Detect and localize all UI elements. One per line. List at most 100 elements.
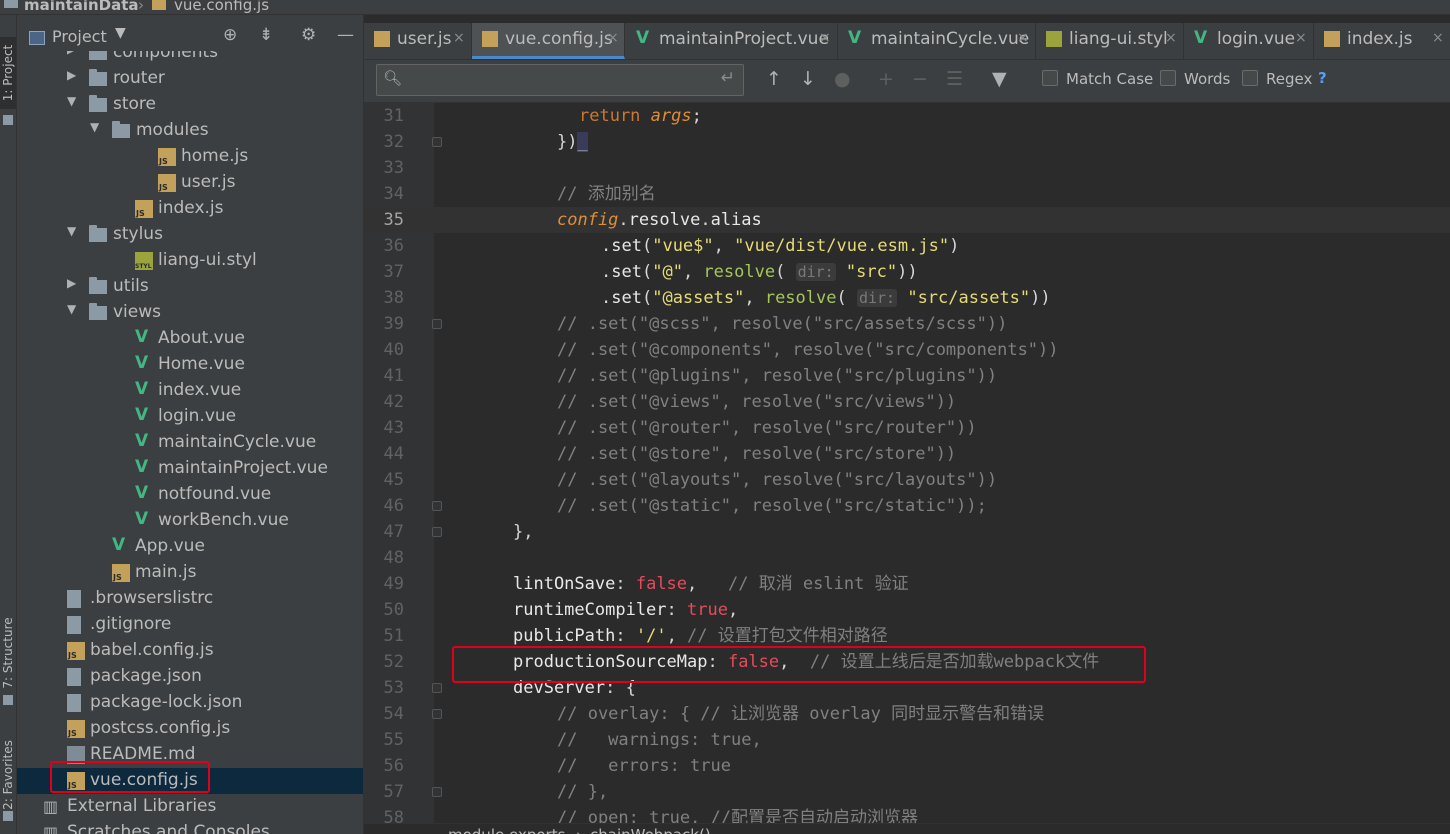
code-line[interactable]: 46 // .set("@static", resolve("src/static… xyxy=(364,493,1450,519)
code-editor[interactable]: 31 return args; 32})_ 33 34// 添加别名 35 config.r… xyxy=(364,103,1450,828)
chevron-down-icon[interactable]: ▼ xyxy=(115,25,126,41)
add-occurrence-icon[interactable]: + xyxy=(878,68,894,90)
chevron-right-icon[interactable]: ▶ xyxy=(67,276,76,290)
tree-item-index-vue[interactable]: Vindex.vue xyxy=(17,378,363,404)
fold-marker-icon[interactable] xyxy=(432,137,442,147)
tree-item-maintainproject-vue[interactable]: VmaintainProject.vue xyxy=(17,456,363,482)
tab-maintaincycle-vue[interactable]: VmaintainCycle.vue × xyxy=(838,23,1036,59)
regex-checkbox[interactable] xyxy=(1242,70,1258,86)
tree-item-components[interactable]: ▶ components xyxy=(17,51,363,66)
tool-window-favorites[interactable]: 2: Favorites xyxy=(0,739,16,811)
chevron-right-icon[interactable]: ▶ xyxy=(67,51,76,56)
chevron-down-icon[interactable]: ▼ xyxy=(67,302,76,316)
code-line[interactable]: 48 xyxy=(364,545,1450,571)
tree-item-home-js[interactable]: home.js xyxy=(17,144,363,170)
tree-item-liang-ui-styl[interactable]: liang-ui.styl xyxy=(17,248,363,274)
code-breadcrumb-module[interactable]: module.exports xyxy=(448,826,565,834)
tree-item-about-vue[interactable]: V About.vue xyxy=(17,326,363,352)
search-icon[interactable]: 🔍︎ xyxy=(383,69,402,87)
tree-item-external-libraries[interactable]: ▥ External Libraries xyxy=(17,794,363,820)
code-line[interactable]: 35 config.resolve.alias xyxy=(364,207,1450,233)
code-line[interactable]: 40 // .set("@components", resolve("src/co… xyxy=(364,337,1450,363)
tree-item-views[interactable]: ▼ views xyxy=(17,300,363,326)
code-line[interactable]: 32})_ xyxy=(364,129,1450,155)
code-line[interactable]: 38 .set("@assets", resolve( dir: "src/ass… xyxy=(364,285,1450,311)
match-case-checkbox[interactable] xyxy=(1042,70,1058,86)
tool-window-project[interactable]: 1: Project xyxy=(0,37,16,109)
search-input[interactable] xyxy=(411,69,715,93)
code-line[interactable]: 49 lintOnSave: false, // 取消 eslint 验证 xyxy=(364,571,1450,597)
close-icon[interactable]: × xyxy=(1295,30,1307,46)
project-panel-title[interactable]: Project xyxy=(52,27,107,46)
chevron-down-icon[interactable]: ▼ xyxy=(67,224,76,238)
code-breadcrumb-function[interactable]: chainWebpack() xyxy=(590,826,711,834)
tree-item-scratches-and-consoles[interactable]: ▥ Scratches and Consoles xyxy=(17,820,363,834)
code-line[interactable]: 54 // overlay: { // 让浏览器 overlay 同时显示警告和错… xyxy=(364,701,1450,727)
code-line[interactable]: 42 // .set("@views", resolve("src/views")… xyxy=(364,389,1450,415)
tree-item-maintaincycle-vue[interactable]: VmaintainCycle.vue xyxy=(17,430,363,456)
tree-item-browserslistrc[interactable]: .browserslistrc xyxy=(17,586,363,612)
tree-item-workbench-vue[interactable]: VworkBench.vue xyxy=(17,508,363,534)
code-line[interactable]: 45 // .set("@layouts", resolve("src/layou… xyxy=(364,467,1450,493)
tab-index-js[interactable]: index.js × xyxy=(1314,23,1450,59)
code-line[interactable]: 44 // .set("@store", resolve("src/store")… xyxy=(364,441,1450,467)
search-field[interactable]: 🔍︎ ↵ xyxy=(376,64,744,96)
tab-maintainproject-vue[interactable]: VmaintainProject.vue × xyxy=(626,23,838,59)
collapse-all-icon[interactable]: ⇟ xyxy=(259,25,273,45)
fold-marker-icon[interactable] xyxy=(432,683,442,693)
tree-item-store[interactable]: ▼ store xyxy=(17,92,363,118)
fold-marker-icon[interactable] xyxy=(432,501,442,511)
remove-occurrence-icon[interactable]: − xyxy=(912,68,928,90)
code-line[interactable]: 41 // .set("@plugins", resolve("src/plugi… xyxy=(364,363,1450,389)
gear-icon[interactable]: ⚙ xyxy=(301,25,316,45)
regex-help-icon[interactable]: ? xyxy=(1318,69,1327,87)
next-occurrence-icon[interactable]: ↓ xyxy=(800,68,816,90)
tab-user-js[interactable]: user.js × xyxy=(364,23,472,59)
tree-item-postcss-config-js[interactable]: postcss.config.js xyxy=(17,716,363,742)
code-line[interactable]: 33 xyxy=(364,155,1450,181)
fold-marker-icon[interactable] xyxy=(432,709,442,719)
code-line[interactable]: 50 runtimeCompiler: true, xyxy=(364,597,1450,623)
tree-item-modules[interactable]: ▼ modules xyxy=(17,118,363,144)
close-icon[interactable]: × xyxy=(607,30,619,46)
chevron-down-icon[interactable]: ▼ xyxy=(90,120,99,134)
code-line[interactable]: 36 .set("vue$", "vue/dist/vue.esm.js") xyxy=(364,233,1450,259)
close-icon[interactable]: × xyxy=(819,30,831,46)
code-line[interactable]: 31 return args; xyxy=(364,103,1450,129)
code-line[interactable]: 56 // errors: true xyxy=(364,753,1450,779)
tree-item-stylus[interactable]: ▼ stylus xyxy=(17,222,363,248)
tree-item-login-vue[interactable]: Vlogin.vue xyxy=(17,404,363,430)
fold-marker-icon[interactable] xyxy=(432,319,442,329)
tab-vue-config-js[interactable]: vue.config.js × xyxy=(472,23,625,59)
close-icon[interactable]: × xyxy=(1432,30,1444,46)
code-line[interactable]: 57 // }, xyxy=(364,779,1450,805)
tab-liang-ui-styl[interactable]: liang-ui.styl × xyxy=(1036,23,1184,59)
close-icon[interactable]: × xyxy=(1165,30,1177,46)
chevron-down-icon[interactable]: ▼ xyxy=(67,94,76,108)
code-line[interactable]: 43 // .set("@router", resolve("src/router… xyxy=(364,415,1450,441)
minimize-icon[interactable]: — xyxy=(337,25,354,45)
code-line[interactable]: 55 // warnings: true, xyxy=(364,727,1450,753)
chevron-right-icon[interactable]: ▶ xyxy=(67,68,76,82)
tree-item-main-js[interactable]: main.js xyxy=(17,560,363,586)
close-icon[interactable]: × xyxy=(453,30,465,46)
close-icon[interactable]: × xyxy=(1017,30,1029,46)
previous-occurrence-icon[interactable]: ↑ xyxy=(766,68,782,90)
tree-item-babel-config-js[interactable]: babel.config.js xyxy=(17,638,363,664)
select-all-occurrences-icon[interactable]: ☰ xyxy=(946,68,963,90)
tree-item-home-vue[interactable]: V Home.vue xyxy=(17,352,363,378)
crosshair-icon[interactable]: ⊕ xyxy=(223,25,237,45)
tool-window-structure[interactable]: 7: Structure xyxy=(0,617,16,689)
tree-item-index-js[interactable]: index.js xyxy=(17,196,363,222)
words-label[interactable]: Words xyxy=(1184,70,1230,88)
find-all-icon[interactable]: ● xyxy=(834,68,851,90)
code-line[interactable]: 39 // .set("@scss", resolve("src/assets/s… xyxy=(364,311,1450,337)
tree-item-app-vue[interactable]: V App.vue xyxy=(17,534,363,560)
tree-item-user-js[interactable]: user.js xyxy=(17,170,363,196)
tree-item-package-json[interactable]: package.json xyxy=(17,664,363,690)
breadcrumb-project[interactable]: maintainData xyxy=(24,0,139,14)
new-line-icon[interactable]: ↵ xyxy=(721,68,735,88)
code-line[interactable]: 47}, xyxy=(364,519,1450,545)
filter-icon[interactable]: ▼ xyxy=(992,68,1007,90)
tree-item-package-lock-json[interactable]: package-lock.json xyxy=(17,690,363,716)
